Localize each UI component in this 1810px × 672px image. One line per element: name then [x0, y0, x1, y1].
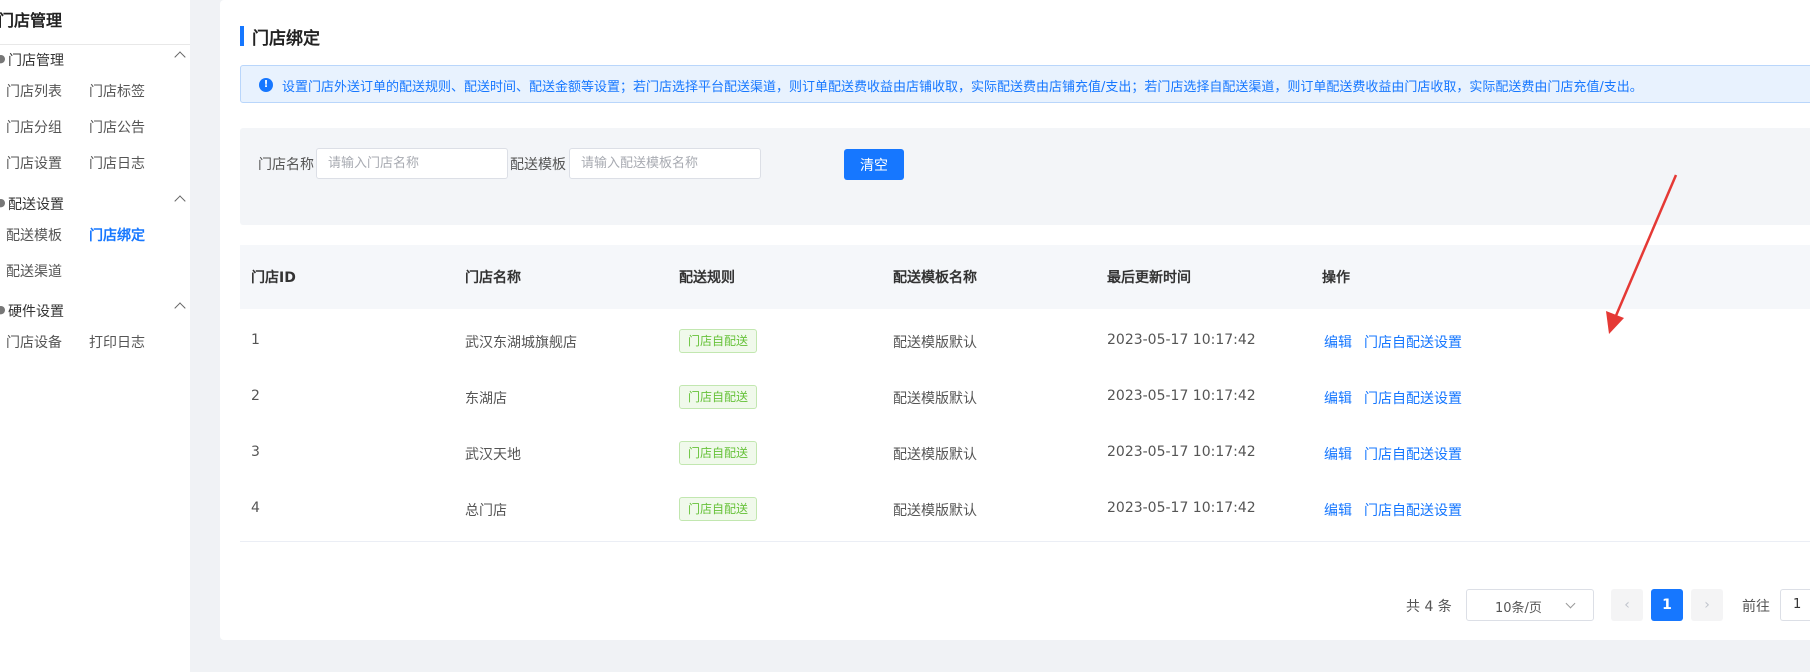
info-icon: !: [259, 78, 273, 92]
template-name-input[interactable]: [569, 148, 761, 179]
cell-store-name: 总门店: [465, 503, 507, 519]
sidebar-item-store-groups[interactable]: 门店分组: [6, 117, 62, 137]
sidebar-group-label: 配送设置: [8, 197, 64, 213]
page-number-current[interactable]: 1: [1651, 589, 1683, 621]
title-accent-bar: [240, 26, 244, 46]
page-size-value: 10条/页: [1495, 601, 1542, 616]
sidebar-group-label: 门店管理: [8, 53, 64, 69]
cell-updated-time: 2023-05-17 10:17:42: [1107, 332, 1256, 348]
sidebar-item-store-settings[interactable]: 门店设置: [6, 153, 62, 173]
edit-link[interactable]: 编辑: [1324, 388, 1352, 408]
cell-template-name: 配送模版默认: [893, 503, 977, 519]
self-delivery-settings-link[interactable]: 门店自配送设置: [1364, 500, 1462, 520]
cell-store-id: 2: [251, 388, 260, 404]
sidebar-group-label: 硬件设置: [8, 304, 64, 320]
chevron-left-icon: ‹: [1624, 597, 1630, 613]
pagination-total: 共 4 条: [1406, 599, 1452, 615]
cell-store-name: 武汉天地: [465, 447, 521, 463]
store-name-label: 门店名称: [258, 157, 314, 173]
prev-page-button[interactable]: ‹: [1611, 589, 1643, 621]
self-delivery-settings-link[interactable]: 门店自配送设置: [1364, 388, 1462, 408]
self-delivery-settings-link[interactable]: 门店自配送设置: [1364, 444, 1462, 464]
sidebar-group-hardware[interactable]: ● 硬件设置: [0, 299, 190, 323]
clear-button[interactable]: 清空: [844, 149, 904, 180]
info-notice: ! 设置门店外送订单的配送规则、配送时间、配送金额等设置；若门店选择平台配送渠道…: [240, 65, 1810, 103]
table-row: 4 总门店 门店自配送 配送模版默认 2023-05-17 10:17:42 编…: [240, 477, 1810, 542]
next-page-button[interactable]: ›: [1691, 589, 1723, 621]
delivery-rule-badge: 门店自配送: [679, 497, 758, 521]
chevron-up-icon: [174, 302, 186, 314]
sidebar-item-print-log[interactable]: 打印日志: [89, 332, 145, 352]
column-header: 操作: [1322, 270, 1350, 286]
cell-updated-time: 2023-05-17 10:17:42: [1107, 388, 1256, 404]
delivery-icon: ●: [0, 196, 6, 209]
sidebar-item-store-log[interactable]: 门店日志: [89, 153, 145, 173]
sidebar-divider: [0, 44, 190, 45]
column-header: 门店名称: [465, 270, 521, 286]
store-icon: ●: [0, 52, 6, 65]
sidebar-item-store-device[interactable]: 门店设备: [6, 332, 62, 352]
chevron-right-icon: ›: [1704, 597, 1710, 613]
column-header: 配送规则: [679, 270, 735, 286]
edit-link[interactable]: 编辑: [1324, 332, 1352, 352]
goto-label: 前往: [1742, 599, 1770, 615]
chevron-up-icon: [174, 51, 186, 63]
delivery-rule-badge: 门店自配送: [679, 329, 758, 353]
cell-store-name: 武汉东湖城旗舰店: [465, 335, 577, 351]
sidebar-item-delivery-channel[interactable]: 配送渠道: [6, 261, 62, 281]
chevron-up-icon: [174, 195, 186, 207]
sidebar-group-delivery[interactable]: ● 配送设置: [0, 192, 190, 216]
cell-template-name: 配送模版默认: [893, 391, 977, 407]
sidebar-item-store-notice[interactable]: 门店公告: [89, 117, 145, 137]
column-header: 门店ID: [251, 270, 296, 286]
sidebar-item-delivery-template[interactable]: 配送模板: [6, 225, 62, 245]
delivery-rule-badge: 门店自配送: [679, 441, 758, 465]
goto-page-input[interactable]: 1: [1780, 589, 1810, 621]
store-name-input[interactable]: [316, 148, 508, 179]
edit-link[interactable]: 编辑: [1324, 500, 1352, 520]
notice-text: 设置门店外送订单的配送规则、配送时间、配送金额等设置；若门店选择平台配送渠道，则…: [282, 80, 1643, 95]
table-header: 门店ID 门店名称 配送规则 配送模板名称 最后更新时间 操作: [240, 245, 1810, 309]
cell-store-id: 4: [251, 500, 260, 516]
main-panel: 门店绑定 ! 设置门店外送订单的配送规则、配送时间、配送金额等设置；若门店选择平…: [220, 0, 1810, 640]
delivery-rule-badge: 门店自配送: [679, 385, 758, 409]
cell-template-name: 配送模版默认: [893, 335, 977, 351]
column-header: 配送模板名称: [893, 270, 977, 286]
self-delivery-settings-link[interactable]: 门店自配送设置: [1364, 332, 1462, 352]
edit-link[interactable]: 编辑: [1324, 444, 1352, 464]
cell-store-name: 东湖店: [465, 391, 507, 407]
template-label: 配送模板: [510, 157, 566, 173]
cell-updated-time: 2023-05-17 10:17:42: [1107, 500, 1256, 516]
hardware-icon: ●: [0, 303, 6, 316]
cell-template-name: 配送模版默认: [893, 447, 977, 463]
sidebar-item-store-binding[interactable]: 门店绑定: [89, 225, 145, 245]
page-title: 门店绑定: [252, 29, 320, 49]
cell-store-id: 1: [251, 332, 260, 348]
sidebar-title: 门店管理: [0, 11, 63, 30]
cell-updated-time: 2023-05-17 10:17:42: [1107, 444, 1256, 460]
chevron-down-icon: [1565, 598, 1576, 609]
sidebar-group-store[interactable]: ● 门店管理: [0, 48, 190, 72]
sidebar-item-store-tags[interactable]: 门店标签: [89, 81, 145, 101]
page-size-select[interactable]: 10条/页: [1466, 589, 1594, 621]
sidebar-item-store-list[interactable]: 门店列表: [6, 81, 62, 101]
filter-bar: 门店名称 配送模板 清空: [240, 128, 1810, 225]
cell-store-id: 3: [251, 444, 260, 460]
column-header: 最后更新时间: [1107, 270, 1191, 286]
sidebar: 门店管理 ● 门店管理 门店列表 门店标签 门店分组 门店公告 门店设置 门店日…: [0, 0, 190, 672]
